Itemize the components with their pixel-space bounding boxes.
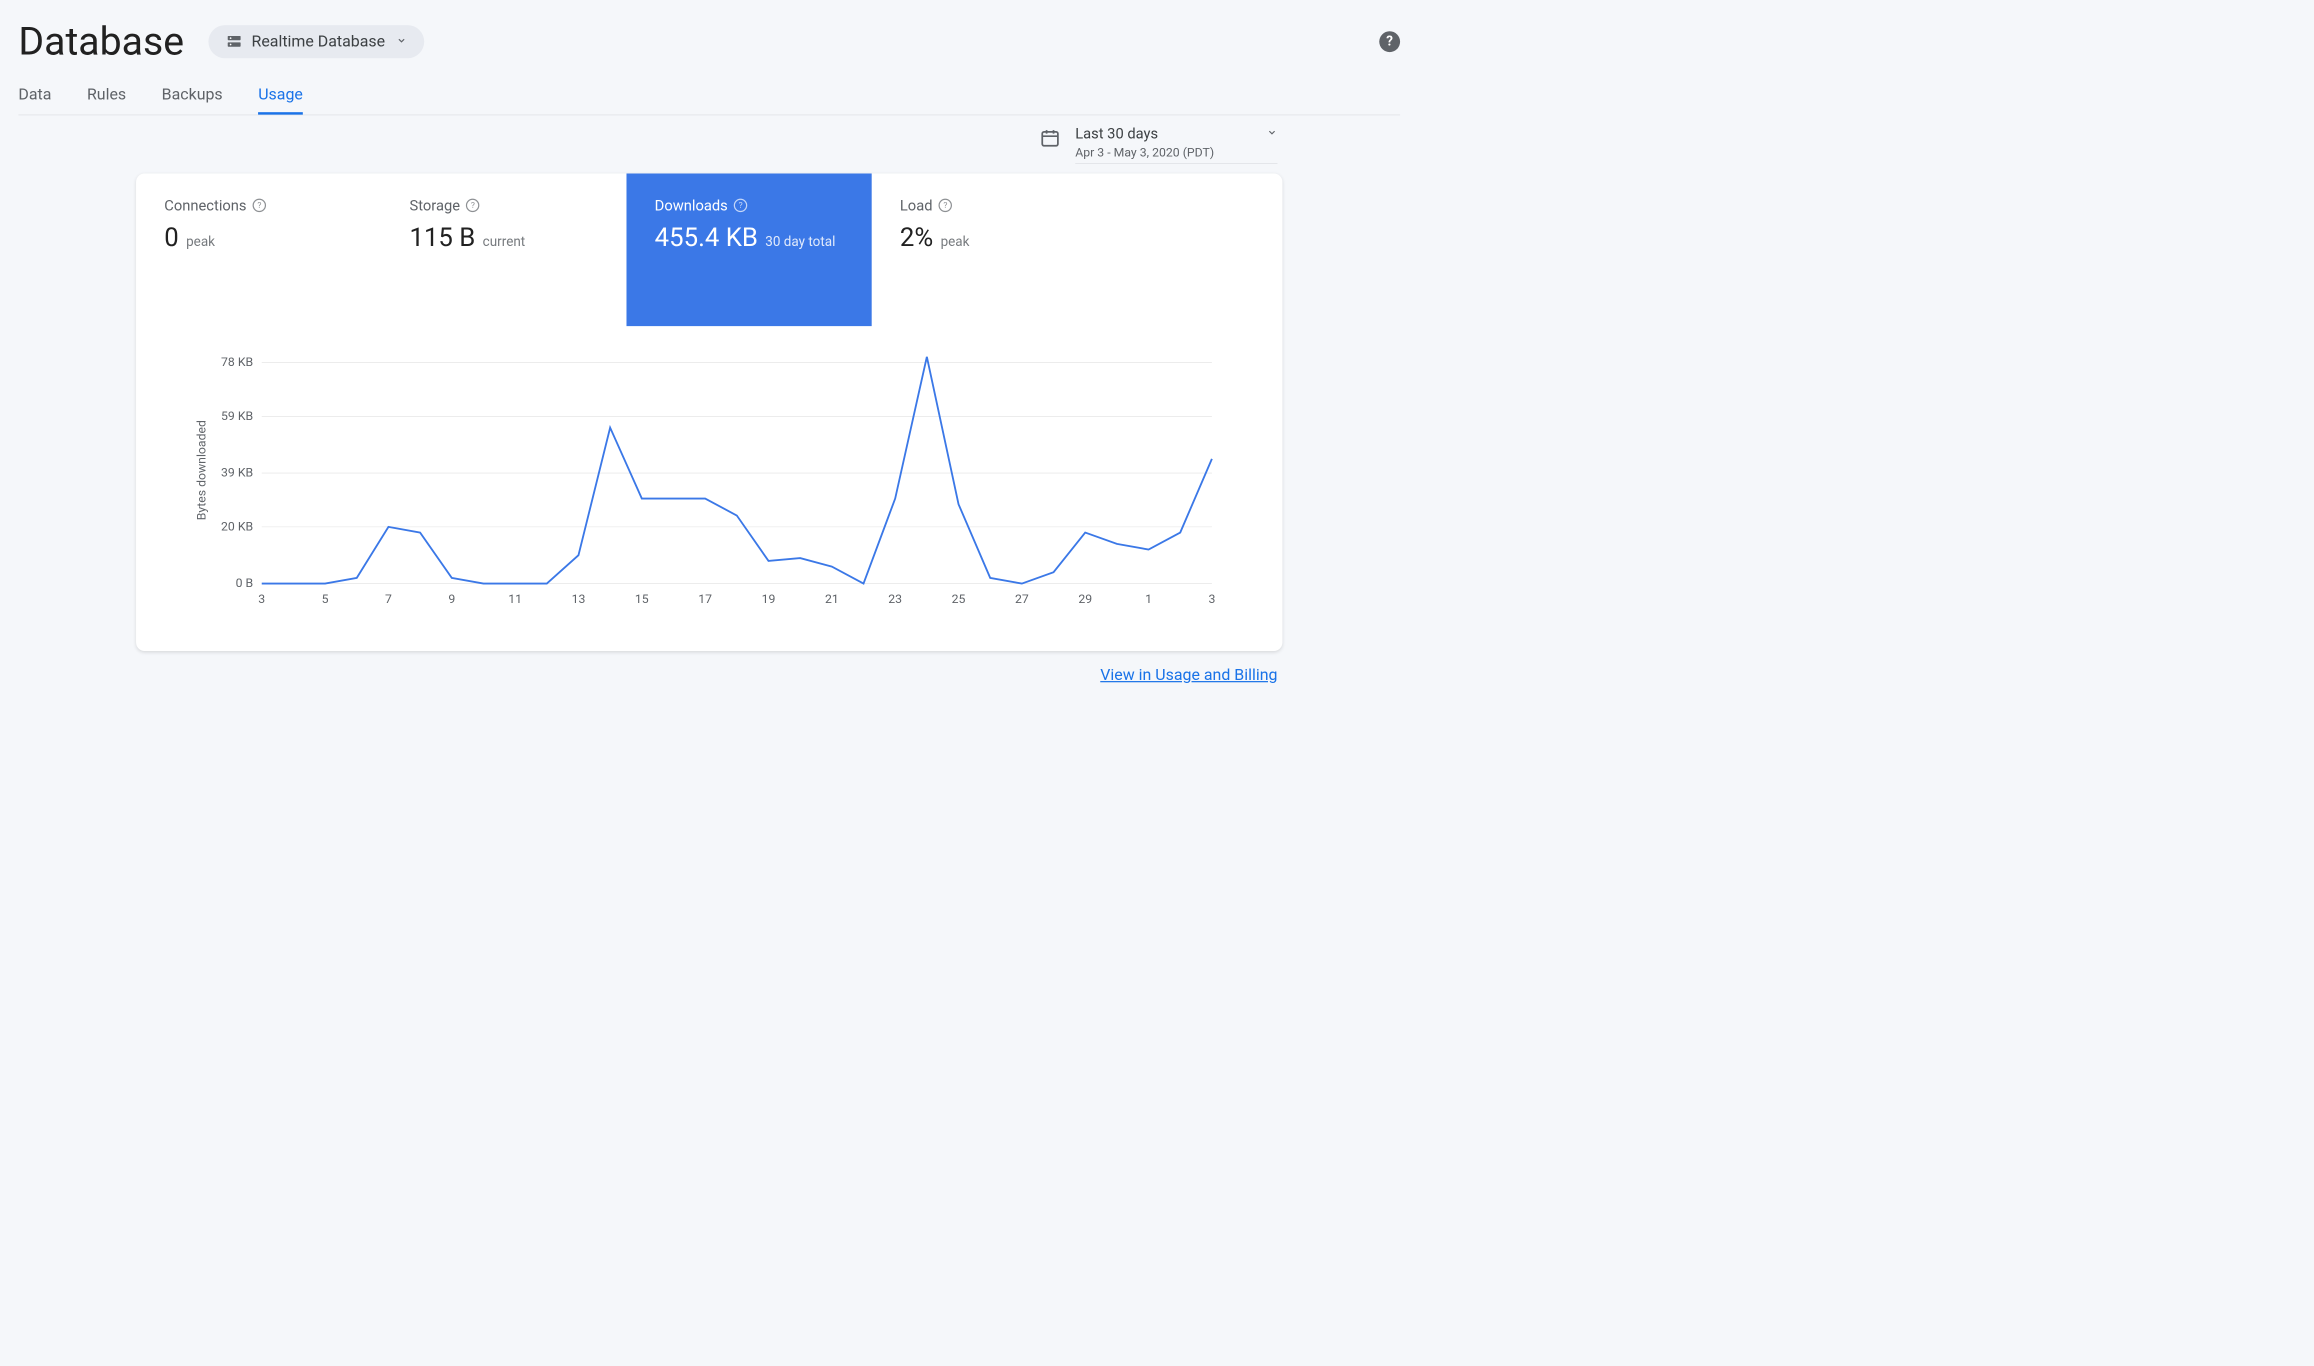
svg-text:5: 5 — [322, 592, 329, 606]
svg-text:1: 1 — [1145, 592, 1152, 606]
svg-text:25: 25 — [952, 592, 966, 606]
svg-text:78 KB: 78 KB — [221, 355, 253, 369]
date-range-sub: Apr 3 - May 3, 2020 (PDT) — [1075, 145, 1277, 160]
metric-value: 0 — [164, 223, 178, 253]
metric-value: 115 B — [409, 223, 475, 253]
help-circle-icon[interactable]: ? — [466, 199, 479, 212]
metric-downloads[interactable]: Downloads? 455.4 KB 30 day total — [626, 173, 871, 326]
svg-text:Bytes downloaded: Bytes downloaded — [194, 420, 208, 520]
page-title: Database — [18, 18, 184, 64]
calendar-icon — [1040, 128, 1061, 149]
metric-title: Storage — [409, 197, 460, 214]
help-icon[interactable]: ? — [1379, 31, 1400, 52]
svg-text:9: 9 — [448, 592, 455, 606]
tab-data[interactable]: Data — [18, 77, 51, 115]
database-selector[interactable]: Realtime Database — [209, 25, 425, 58]
svg-text:27: 27 — [1015, 592, 1029, 606]
help-circle-icon[interactable]: ? — [734, 199, 747, 212]
metric-sub: 30 day total — [765, 234, 835, 249]
tab-backups[interactable]: Backups — [162, 77, 223, 115]
tab-rules[interactable]: Rules — [87, 77, 126, 115]
svg-text:3: 3 — [1208, 592, 1215, 606]
svg-text:21: 21 — [825, 592, 839, 606]
svg-text:0 B: 0 B — [236, 576, 254, 590]
svg-text:39 KB: 39 KB — [221, 466, 253, 480]
metric-value: 455.4 KB — [655, 223, 758, 253]
downloads-chart: 0 B 20 KB 39 KB 59 KB 78 KB Bytes downloaded 3… — [173, 351, 1246, 615]
svg-text:15: 15 — [635, 592, 649, 606]
chevron-down-icon — [1266, 127, 1277, 140]
metric-sub: peak — [941, 234, 970, 249]
metric-title: Load — [900, 197, 933, 214]
svg-text:13: 13 — [572, 592, 586, 606]
metric-load[interactable]: Load? 2% peak — [872, 173, 1117, 326]
metric-title: Connections — [164, 197, 246, 214]
tab-bar: Data Rules Backups Usage — [18, 77, 1400, 116]
view-usage-billing-link[interactable]: View in Usage and Billing — [1100, 666, 1277, 684]
svg-text:3: 3 — [258, 592, 265, 606]
svg-text:20 KB: 20 KB — [221, 520, 253, 534]
svg-text:19: 19 — [762, 592, 776, 606]
help-circle-icon[interactable]: ? — [253, 199, 266, 212]
svg-text:11: 11 — [508, 592, 522, 606]
usage-card: Connections? 0 peak Storage? 115 B current… — [136, 173, 1282, 651]
help-circle-icon[interactable]: ? — [939, 199, 952, 212]
metric-title: Downloads — [655, 197, 728, 214]
metric-sub: peak — [186, 234, 215, 249]
date-range-label: Last 30 days — [1075, 125, 1158, 142]
metric-value: 2% — [900, 223, 933, 253]
svg-text:29: 29 — [1078, 592, 1092, 606]
database-icon — [226, 33, 243, 50]
svg-text:17: 17 — [698, 592, 712, 606]
metric-connections[interactable]: Connections? 0 peak — [136, 173, 381, 326]
chevron-down-icon — [396, 35, 407, 48]
svg-text:59 KB: 59 KB — [221, 409, 253, 423]
metric-storage[interactable]: Storage? 115 B current — [381, 173, 626, 326]
date-range-picker[interactable]: Last 30 days Apr 3 - May 3, 2020 (PDT) — [1040, 125, 1278, 164]
tab-usage[interactable]: Usage — [258, 77, 303, 115]
database-selector-label: Realtime Database — [252, 32, 386, 50]
metric-sub: current — [483, 234, 526, 249]
svg-text:23: 23 — [888, 592, 902, 606]
svg-text:7: 7 — [385, 592, 392, 606]
